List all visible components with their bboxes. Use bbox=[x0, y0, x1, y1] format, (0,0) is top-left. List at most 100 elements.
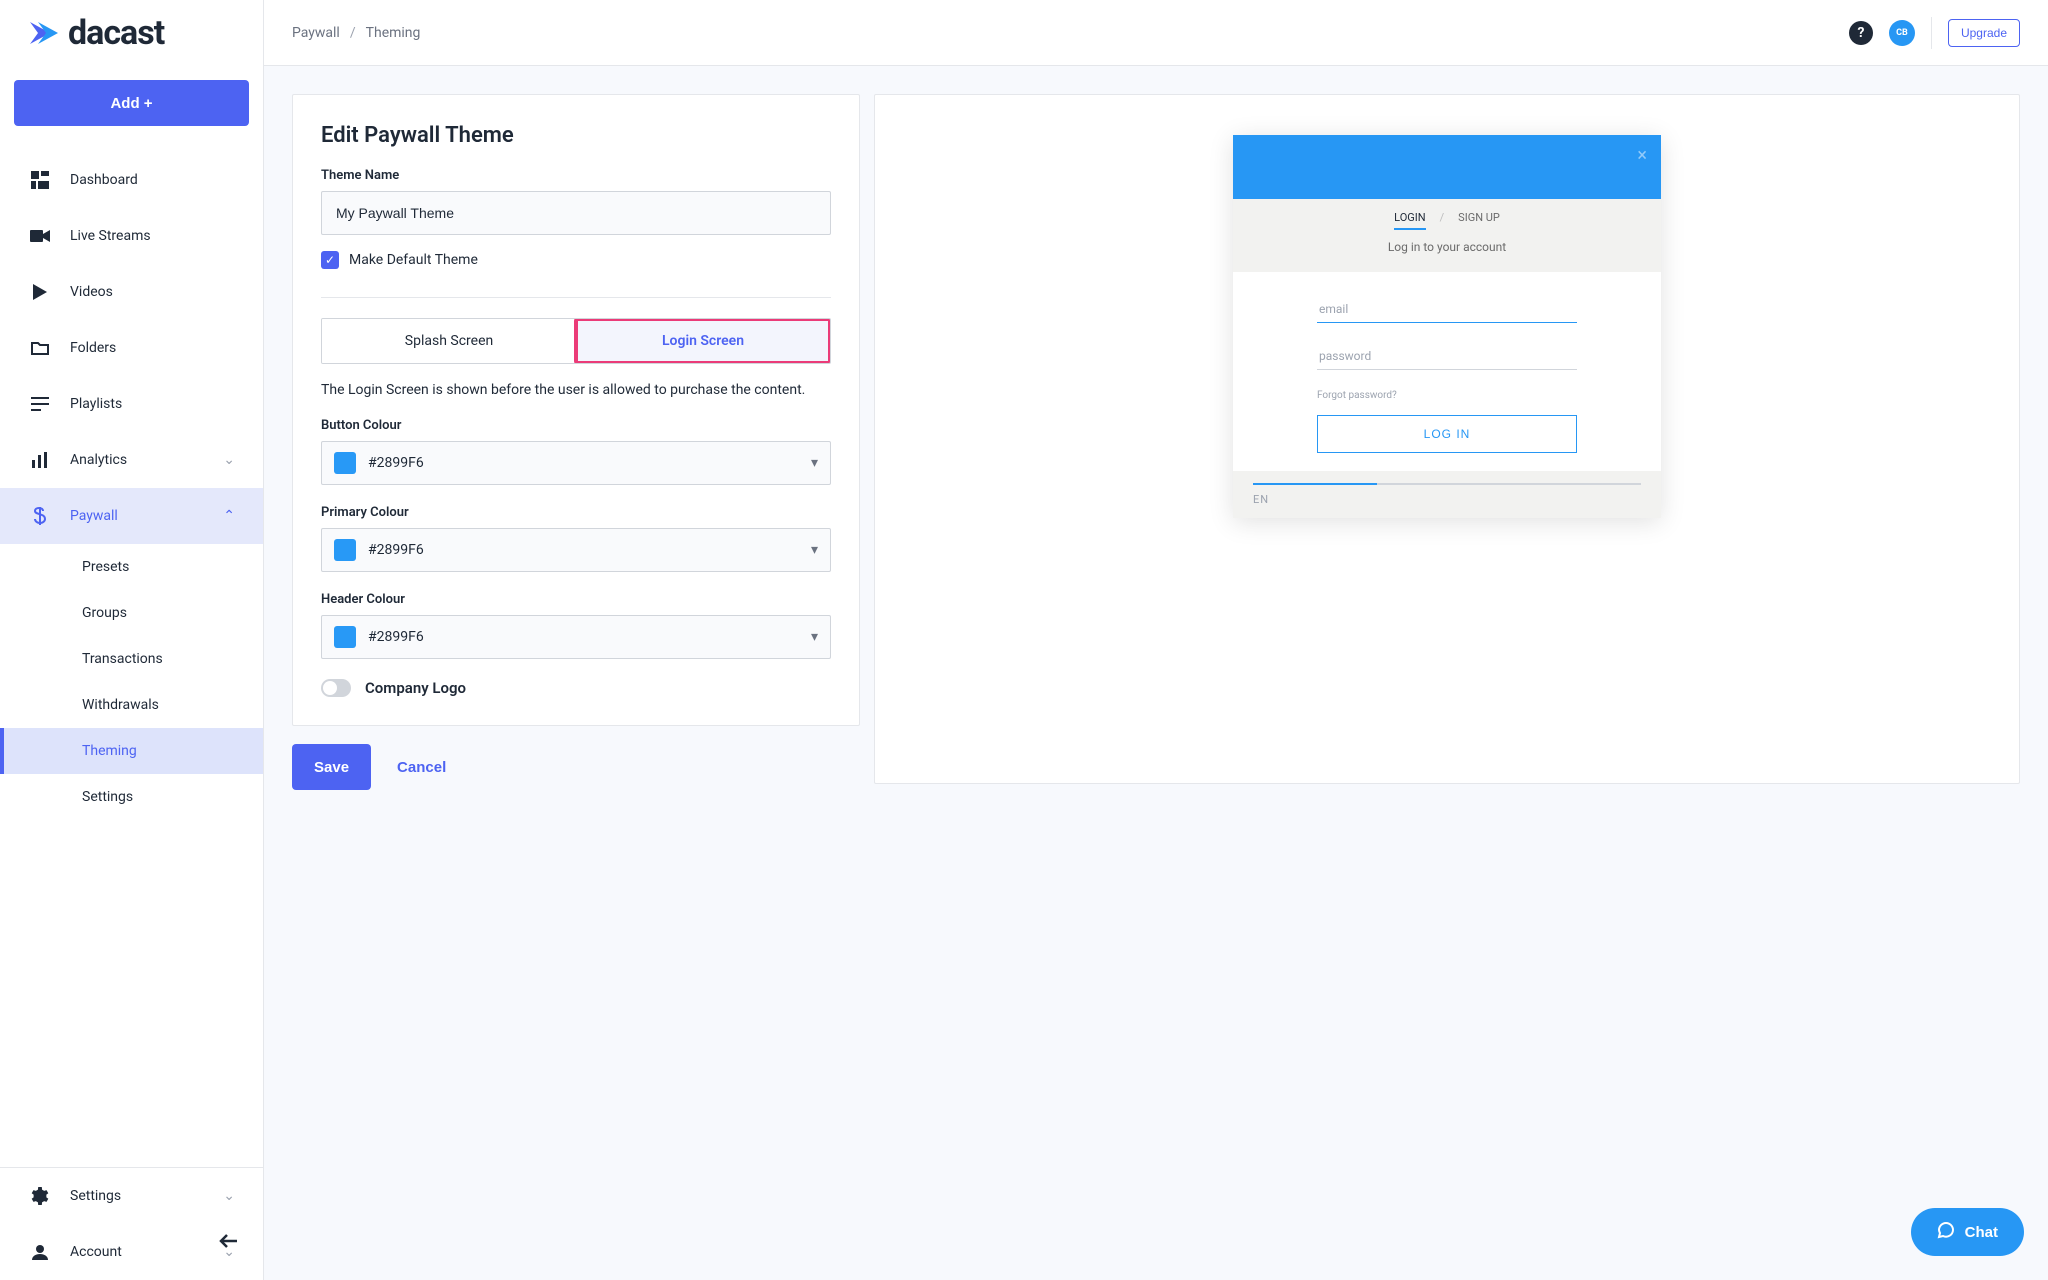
theme-name-input[interactable] bbox=[321, 191, 831, 235]
chat-button[interactable]: Chat bbox=[1911, 1208, 2024, 1256]
topbar: Paywall / Theming ? CB Upgrade bbox=[264, 0, 2048, 66]
sidebar-item-label: Folders bbox=[70, 340, 116, 356]
tab-splash-screen[interactable]: Splash Screen bbox=[322, 319, 576, 363]
upgrade-button[interactable]: Upgrade bbox=[1948, 19, 2020, 47]
make-default-checkbox[interactable]: ✓ bbox=[321, 251, 339, 269]
sidebar-subitem-settings[interactable]: Settings bbox=[0, 774, 263, 820]
sidebar-item-label: Settings bbox=[82, 789, 133, 805]
sidebar-item-label: Playlists bbox=[70, 396, 122, 412]
bars-icon bbox=[28, 452, 52, 468]
preview-progress bbox=[1253, 483, 1641, 485]
brand-chevron-icon bbox=[28, 18, 62, 48]
sidebar-item-dashboard[interactable]: Dashboard bbox=[0, 152, 263, 208]
colour-swatch bbox=[334, 452, 356, 474]
nav: Dashboard Live Streams Videos Folders Pl… bbox=[0, 140, 263, 832]
preview-password-input[interactable]: password bbox=[1317, 343, 1577, 370]
screen-tabs: Splash Screen Login Screen bbox=[321, 318, 831, 364]
sidebar-subitem-transactions[interactable]: Transactions bbox=[0, 636, 263, 682]
paywall-preview: × LOGIN / SIGN UP Log in to your account… bbox=[1233, 135, 1661, 518]
play-icon bbox=[28, 284, 52, 300]
help-icon[interactable]: ? bbox=[1849, 21, 1873, 45]
folder-icon bbox=[28, 341, 52, 355]
sidebar-item-label: Transactions bbox=[82, 651, 163, 667]
theme-name-label: Theme Name bbox=[321, 168, 831, 183]
close-icon[interactable]: × bbox=[1637, 145, 1647, 166]
button-colour-label: Button Colour bbox=[321, 418, 831, 433]
preview-tab-login[interactable]: LOGIN bbox=[1394, 211, 1425, 230]
sidebar-item-label: Account bbox=[70, 1244, 122, 1260]
chevron-down-icon: ⌄ bbox=[223, 1188, 235, 1204]
edit-theme-panel: Edit Paywall Theme Theme Name ✓ Make Def… bbox=[292, 94, 860, 726]
sidebar: dacast Add + Dashboard Live Streams Vide… bbox=[0, 0, 264, 1280]
save-button[interactable]: Save bbox=[292, 744, 371, 790]
chevron-up-icon: ⌃ bbox=[223, 508, 235, 524]
dashboard-icon bbox=[28, 171, 52, 189]
sidebar-item-playlists[interactable]: Playlists bbox=[0, 376, 263, 432]
camera-icon bbox=[28, 229, 52, 243]
sidebar-item-analytics[interactable]: Analytics ⌄ bbox=[0, 432, 263, 488]
sidebar-subitem-withdrawals[interactable]: Withdrawals bbox=[0, 682, 263, 728]
sidebar-item-paywall[interactable]: Paywall ⌃ bbox=[0, 488, 263, 544]
divider bbox=[1931, 17, 1932, 49]
chevron-down-icon: ▾ bbox=[811, 629, 818, 645]
colour-swatch bbox=[334, 626, 356, 648]
logo[interactable]: dacast bbox=[0, 0, 263, 66]
chevron-down-icon: ▾ bbox=[811, 542, 818, 558]
company-logo-label: Company Logo bbox=[365, 679, 466, 697]
preview-language[interactable]: EN bbox=[1253, 493, 1641, 506]
button-colour-select[interactable]: #2899F6 ▾ bbox=[321, 441, 831, 485]
sidebar-item-livestreams[interactable]: Live Streams bbox=[0, 208, 263, 264]
breadcrumb: Paywall / Theming bbox=[292, 25, 420, 41]
sidebar-item-videos[interactable]: Videos bbox=[0, 264, 263, 320]
avatar[interactable]: CB bbox=[1889, 20, 1915, 46]
breadcrumb-root[interactable]: Paywall bbox=[292, 25, 340, 41]
person-icon bbox=[28, 1244, 52, 1260]
sidebar-item-label: Theming bbox=[82, 743, 137, 759]
sidebar-item-label: Presets bbox=[82, 559, 129, 575]
chevron-down-icon: ▾ bbox=[811, 455, 818, 471]
gear-icon bbox=[28, 1187, 52, 1205]
sidebar-item-settings[interactable]: Settings ⌄ bbox=[0, 1168, 263, 1224]
tab-separator: / bbox=[1440, 211, 1445, 230]
header-colour-label: Header Colour bbox=[321, 592, 831, 607]
colour-value: #2899F6 bbox=[368, 629, 424, 645]
sidebar-subitem-presets[interactable]: Presets bbox=[0, 544, 263, 590]
sidebar-subitem-theming[interactable]: Theming bbox=[0, 728, 263, 774]
sidebar-item-label: Dashboard bbox=[70, 172, 138, 188]
preview-header: × bbox=[1233, 135, 1661, 199]
sidebar-subitem-groups[interactable]: Groups bbox=[0, 590, 263, 636]
brand-name: dacast bbox=[68, 13, 164, 53]
sidebar-item-label: Live Streams bbox=[70, 228, 151, 244]
sidebar-item-label: Videos bbox=[70, 284, 113, 300]
sidebar-item-folders[interactable]: Folders bbox=[0, 320, 263, 376]
list-icon bbox=[28, 397, 52, 411]
content: Edit Paywall Theme Theme Name ✓ Make Def… bbox=[264, 66, 2048, 1280]
primary-colour-select[interactable]: #2899F6 ▾ bbox=[321, 528, 831, 572]
dollar-icon bbox=[28, 507, 52, 525]
chat-icon bbox=[1937, 1221, 1955, 1243]
main: Paywall / Theming ? CB Upgrade Edit Payw… bbox=[264, 0, 2048, 1280]
tab-login-screen[interactable]: Login Screen bbox=[576, 319, 830, 363]
preview-login-button[interactable]: LOG IN bbox=[1317, 415, 1577, 453]
chat-label: Chat bbox=[1965, 1224, 1998, 1241]
sidebar-item-label: Paywall bbox=[70, 508, 118, 524]
theme-preview-panel: × LOGIN / SIGN UP Log in to your account… bbox=[874, 94, 2020, 784]
preview-forgot-password[interactable]: Forgot password? bbox=[1317, 390, 1577, 401]
breadcrumb-leaf: Theming bbox=[366, 25, 421, 41]
cancel-button[interactable]: Cancel bbox=[397, 759, 446, 776]
panel-title: Edit Paywall Theme bbox=[321, 123, 831, 148]
company-logo-toggle[interactable] bbox=[321, 679, 351, 697]
login-screen-description: The Login Screen is shown before the use… bbox=[321, 382, 831, 398]
colour-value: #2899F6 bbox=[368, 542, 424, 558]
sidebar-item-label: Analytics bbox=[70, 452, 127, 468]
add-button[interactable]: Add + bbox=[14, 80, 249, 126]
collapse-sidebar-button[interactable] bbox=[217, 1230, 239, 1256]
preview-tab-signup[interactable]: SIGN UP bbox=[1458, 211, 1500, 230]
sidebar-item-label: Withdrawals bbox=[82, 697, 159, 713]
header-colour-select[interactable]: #2899F6 ▾ bbox=[321, 615, 831, 659]
preview-email-input[interactable]: email bbox=[1317, 296, 1577, 323]
colour-swatch bbox=[334, 539, 356, 561]
primary-colour-label: Primary Colour bbox=[321, 505, 831, 520]
colour-value: #2899F6 bbox=[368, 455, 424, 471]
sidebar-item-label: Groups bbox=[82, 605, 127, 621]
